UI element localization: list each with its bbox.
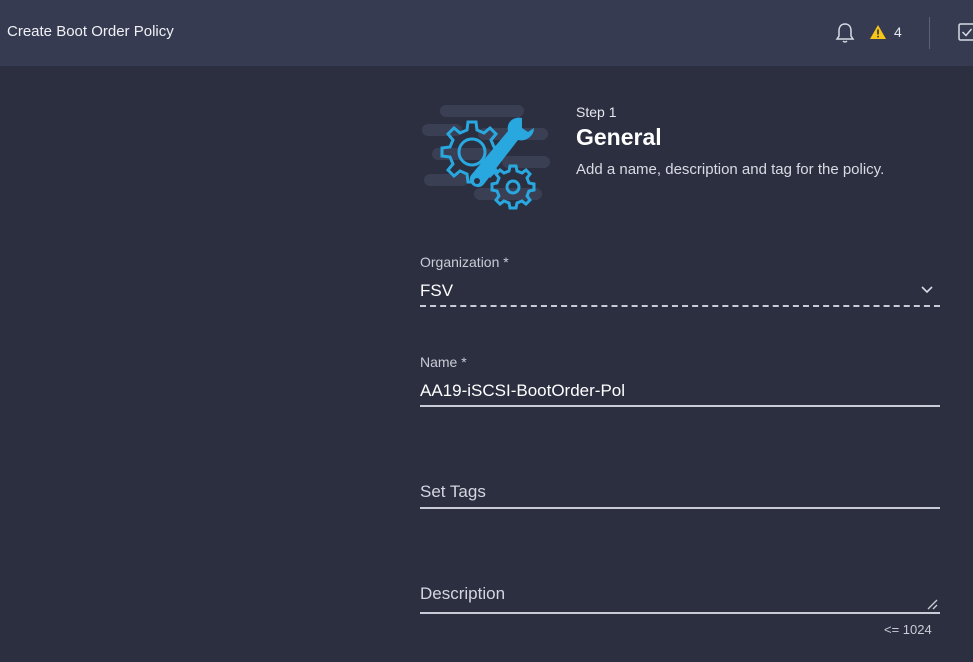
organization-underline (420, 305, 940, 307)
name-underline (420, 405, 940, 407)
top-header: Create Boot Order Policy 4 (0, 0, 973, 66)
description-underline (420, 612, 940, 614)
warning-count[interactable]: 4 (894, 24, 902, 40)
tags-placeholder[interactable]: Set Tags (420, 482, 486, 502)
description-placeholder[interactable]: Description (420, 584, 505, 604)
tags-input[interactable] (420, 476, 940, 508)
gear-wrench-icon (422, 105, 550, 210)
step-label: Step 1 (576, 104, 617, 120)
organization-label: Organization * (420, 254, 509, 270)
header-divider (929, 17, 930, 49)
organization-value[interactable]: FSV (420, 281, 453, 301)
tags-underline (420, 507, 940, 509)
name-value[interactable]: AA19-iSCSI-BootOrder-Pol (420, 381, 625, 401)
step-description: Add a name, description and tag for the … (576, 161, 885, 178)
warning-triangle-icon[interactable] (869, 24, 887, 40)
chevron-down-icon[interactable] (920, 284, 934, 296)
name-label: Name * (420, 354, 467, 370)
step-title: General (576, 124, 662, 150)
page-title: Create Boot Order Policy (7, 23, 174, 40)
bell-icon[interactable] (835, 22, 855, 44)
resize-handle-icon[interactable] (926, 598, 938, 610)
organization-select[interactable] (420, 276, 940, 306)
description-char-limit: <= 1024 (884, 622, 932, 637)
checkbox-icon[interactable] (958, 23, 973, 41)
